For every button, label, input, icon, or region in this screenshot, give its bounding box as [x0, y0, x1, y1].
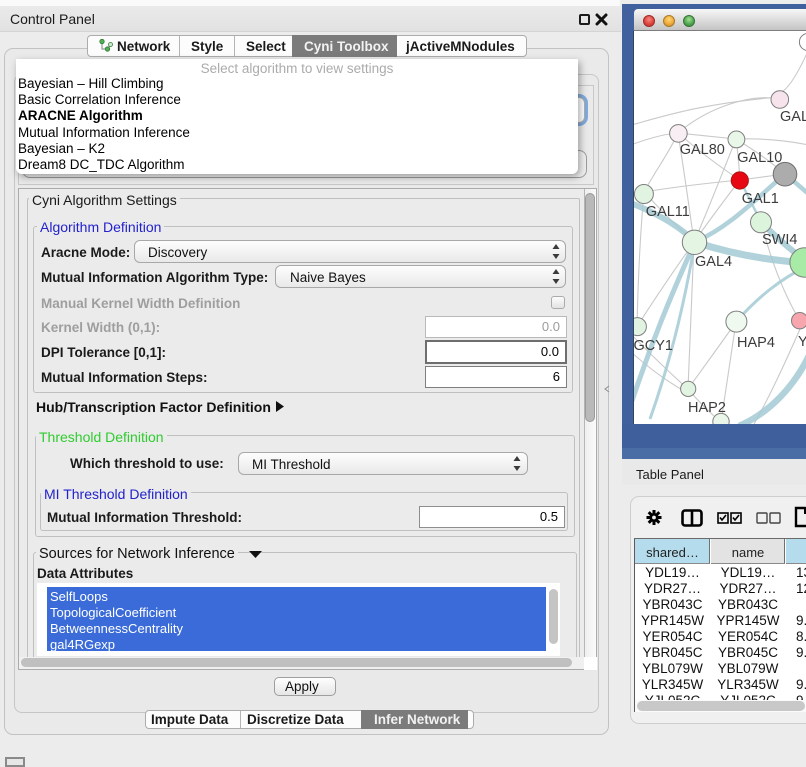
svg-text:HAP2: HAP2: [688, 400, 726, 416]
svg-text:GAL1: GAL1: [742, 191, 779, 207]
svg-text:HAP4: HAP4: [737, 335, 775, 351]
svg-text:GCY1: GCY1: [634, 338, 673, 354]
svg-text:Y: Y: [798, 334, 806, 350]
svg-text:SWI4: SWI4: [762, 232, 797, 248]
svg-text:GAL80: GAL80: [680, 142, 725, 158]
svg-text:GAL4: GAL4: [695, 254, 732, 270]
svg-text:GAL11: GAL11: [646, 204, 690, 220]
svg-text:GAL7: GAL7: [780, 109, 806, 125]
svg-text:GAL10: GAL10: [737, 150, 782, 166]
